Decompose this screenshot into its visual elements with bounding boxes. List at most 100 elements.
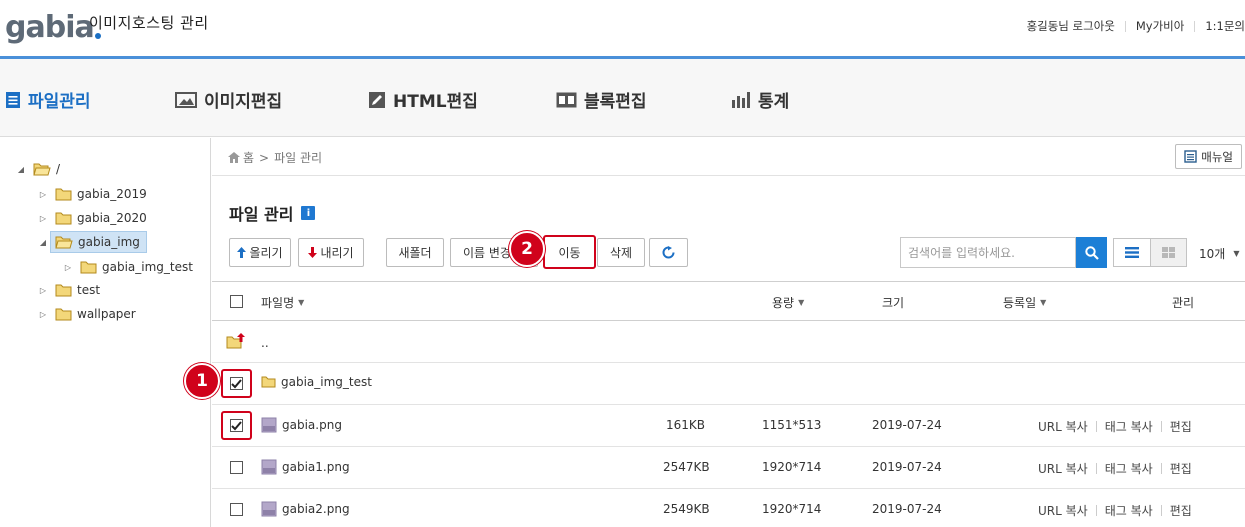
edit-link[interactable]: 편집 bbox=[1170, 418, 1192, 435]
per-page-value: 10개 bbox=[1199, 247, 1226, 261]
column-size[interactable]: 용량 ▼ bbox=[772, 294, 804, 311]
table-row[interactable]: gabia_img_test bbox=[212, 363, 1245, 405]
expand-arrow-icon[interactable]: ▷ bbox=[36, 310, 50, 319]
table-row[interactable]: gabia1.png 2547KB 1920*714 2019-07-24 UR… bbox=[212, 447, 1245, 489]
file-name[interactable]: gabia2.png bbox=[261, 501, 350, 517]
tag-copy-link[interactable]: 태그 복사 bbox=[1105, 460, 1153, 477]
nav-image-edit[interactable]: 이미지편집 bbox=[175, 87, 282, 112]
file-dimensions: 1151*513 bbox=[762, 418, 822, 432]
manual-button[interactable]: 매뉴얼 bbox=[1175, 144, 1242, 169]
breadcrumb-home[interactable]: 홈 bbox=[243, 149, 254, 166]
move-button[interactable]: 이동 bbox=[543, 235, 596, 269]
refresh-button[interactable] bbox=[649, 238, 688, 267]
top-links: 홍길동님 로그아웃 My가비아 1:1문의 bbox=[1027, 18, 1245, 34]
edit-link[interactable]: 편집 bbox=[1170, 502, 1192, 519]
my-gabia-link[interactable]: My가비아 bbox=[1136, 18, 1184, 34]
folder-icon bbox=[55, 284, 72, 297]
nav-file-management[interactable]: 파일관리 bbox=[5, 87, 91, 112]
select-all-checkbox[interactable] bbox=[230, 295, 243, 308]
url-copy-link[interactable]: URL 복사 bbox=[1038, 460, 1088, 477]
tag-copy-link[interactable]: 태그 복사 bbox=[1105, 502, 1153, 519]
tree-item-test[interactable]: ▷ test bbox=[36, 280, 100, 300]
folder-icon bbox=[55, 308, 72, 321]
pencil-icon bbox=[368, 91, 386, 109]
list-icon bbox=[5, 91, 21, 109]
row-checkbox[interactable] bbox=[230, 419, 243, 432]
tree-label: gabia_img bbox=[78, 235, 140, 249]
chevron-down-icon: ▼ bbox=[1233, 249, 1240, 258]
block-icon bbox=[556, 92, 577, 108]
gabia-logo[interactable]: gabia bbox=[5, 9, 101, 43]
url-copy-link[interactable]: URL 복사 bbox=[1038, 418, 1088, 435]
delete-button[interactable]: 삭제 bbox=[597, 238, 645, 267]
search-button[interactable] bbox=[1076, 237, 1107, 268]
column-manage: 관리 bbox=[1172, 294, 1194, 311]
sort-caret-icon: ▼ bbox=[798, 298, 805, 307]
parent-folder-row[interactable]: .. bbox=[212, 321, 1245, 363]
expand-arrow-icon[interactable]: ▷ bbox=[36, 286, 50, 295]
grid-view-button[interactable] bbox=[1149, 239, 1186, 266]
url-copy-link[interactable]: URL 복사 bbox=[1038, 502, 1088, 519]
file-name-label: gabia1.png bbox=[282, 460, 350, 474]
row-checkbox[interactable] bbox=[230, 503, 243, 516]
list-view-button[interactable] bbox=[1114, 239, 1150, 266]
breadcrumb-current: 파일 관리 bbox=[274, 151, 323, 165]
file-name[interactable]: gabia.png bbox=[261, 417, 342, 433]
row-actions: URL 복사 태그 복사 편집 bbox=[1038, 418, 1192, 435]
action-separator bbox=[1160, 463, 1162, 474]
file-dimensions: 1920*714 bbox=[762, 502, 822, 516]
sort-caret-icon: ▼ bbox=[298, 298, 305, 307]
nav-label: HTML편집 bbox=[393, 92, 478, 112]
search-field[interactable] bbox=[900, 237, 1076, 268]
column-label: 용량 bbox=[772, 296, 795, 310]
search-input[interactable] bbox=[908, 245, 1073, 260]
column-name[interactable]: 파일명 ▼ bbox=[261, 294, 304, 311]
tag-copy-link[interactable]: 태그 복사 bbox=[1105, 418, 1153, 435]
action-separator bbox=[1095, 505, 1097, 516]
logout-link[interactable]: 홍길동님 로그아웃 bbox=[1027, 18, 1115, 34]
home-icon[interactable] bbox=[228, 152, 240, 163]
expand-arrow-icon[interactable]: ▷ bbox=[36, 190, 50, 199]
inquiry-link[interactable]: 1:1문의 bbox=[1205, 18, 1245, 34]
column-date[interactable]: 등록일 ▼ bbox=[1003, 294, 1046, 311]
nav-block-edit[interactable]: 블록편집 bbox=[556, 87, 647, 112]
folder-icon bbox=[80, 261, 97, 274]
tree-item-gabia-img-test[interactable]: ▷ gabia_img_test bbox=[61, 257, 193, 277]
row-checkbox[interactable] bbox=[230, 377, 243, 390]
info-icon[interactable]: i bbox=[301, 206, 316, 220]
nav-statistics[interactable]: 통계 bbox=[731, 87, 789, 112]
edit-link[interactable]: 편집 bbox=[1170, 460, 1192, 477]
manual-label: 매뉴얼 bbox=[1201, 149, 1233, 164]
expand-arrow-icon[interactable]: ▷ bbox=[61, 263, 75, 272]
arrow-down-icon bbox=[308, 247, 318, 258]
row-checkbox[interactable] bbox=[230, 461, 243, 474]
bar-chart-icon bbox=[731, 91, 751, 109]
tree-item-gabia-2019[interactable]: ▷ gabia_2019 bbox=[36, 184, 147, 204]
move-label: 이동 bbox=[558, 245, 581, 260]
logo-dot bbox=[94, 33, 101, 39]
file-name[interactable]: gabia1.png bbox=[261, 459, 350, 475]
upload-button[interactable]: 올리기 bbox=[229, 238, 291, 267]
row-actions: URL 복사 태그 복사 편집 bbox=[1038, 460, 1192, 477]
file-size: 2547KB bbox=[663, 460, 710, 474]
tree-item-gabia-img[interactable]: gabia_img bbox=[50, 231, 147, 253]
table-row[interactable]: gabia2.png 2549KB 1920*714 2019-07-24 UR… bbox=[212, 489, 1245, 527]
tree-label: gabia_2019 bbox=[77, 187, 147, 201]
download-button[interactable]: 내리기 bbox=[298, 238, 364, 267]
tree-item-gabia-2020[interactable]: ▷ gabia_2020 bbox=[36, 208, 147, 228]
file-name-label: gabia_img_test bbox=[281, 375, 372, 389]
column-label: 등록일 bbox=[1003, 296, 1037, 310]
nav-html-edit[interactable]: HTML편집 bbox=[368, 87, 478, 112]
new-folder-button[interactable]: 새폴더 bbox=[386, 238, 444, 267]
collapse-arrow-icon[interactable]: ◢ bbox=[14, 165, 28, 174]
tree-item-root[interactable]: ◢ / bbox=[14, 159, 60, 179]
collapse-arrow-icon[interactable]: ◢ bbox=[36, 238, 50, 247]
column-label: 관리 bbox=[1172, 296, 1195, 310]
expand-arrow-icon[interactable]: ▷ bbox=[36, 214, 50, 223]
download-label: 내리기 bbox=[320, 246, 354, 260]
tree-item-gabia-img-row: ◢ gabia_img bbox=[36, 231, 147, 253]
table-row[interactable]: gabia.png 161KB 1151*513 2019-07-24 URL … bbox=[212, 405, 1245, 447]
per-page-select[interactable]: 10개 ▼ bbox=[1199, 245, 1239, 262]
tree-item-wallpaper[interactable]: ▷ wallpaper bbox=[36, 304, 136, 324]
file-name[interactable]: gabia_img_test bbox=[261, 375, 372, 389]
